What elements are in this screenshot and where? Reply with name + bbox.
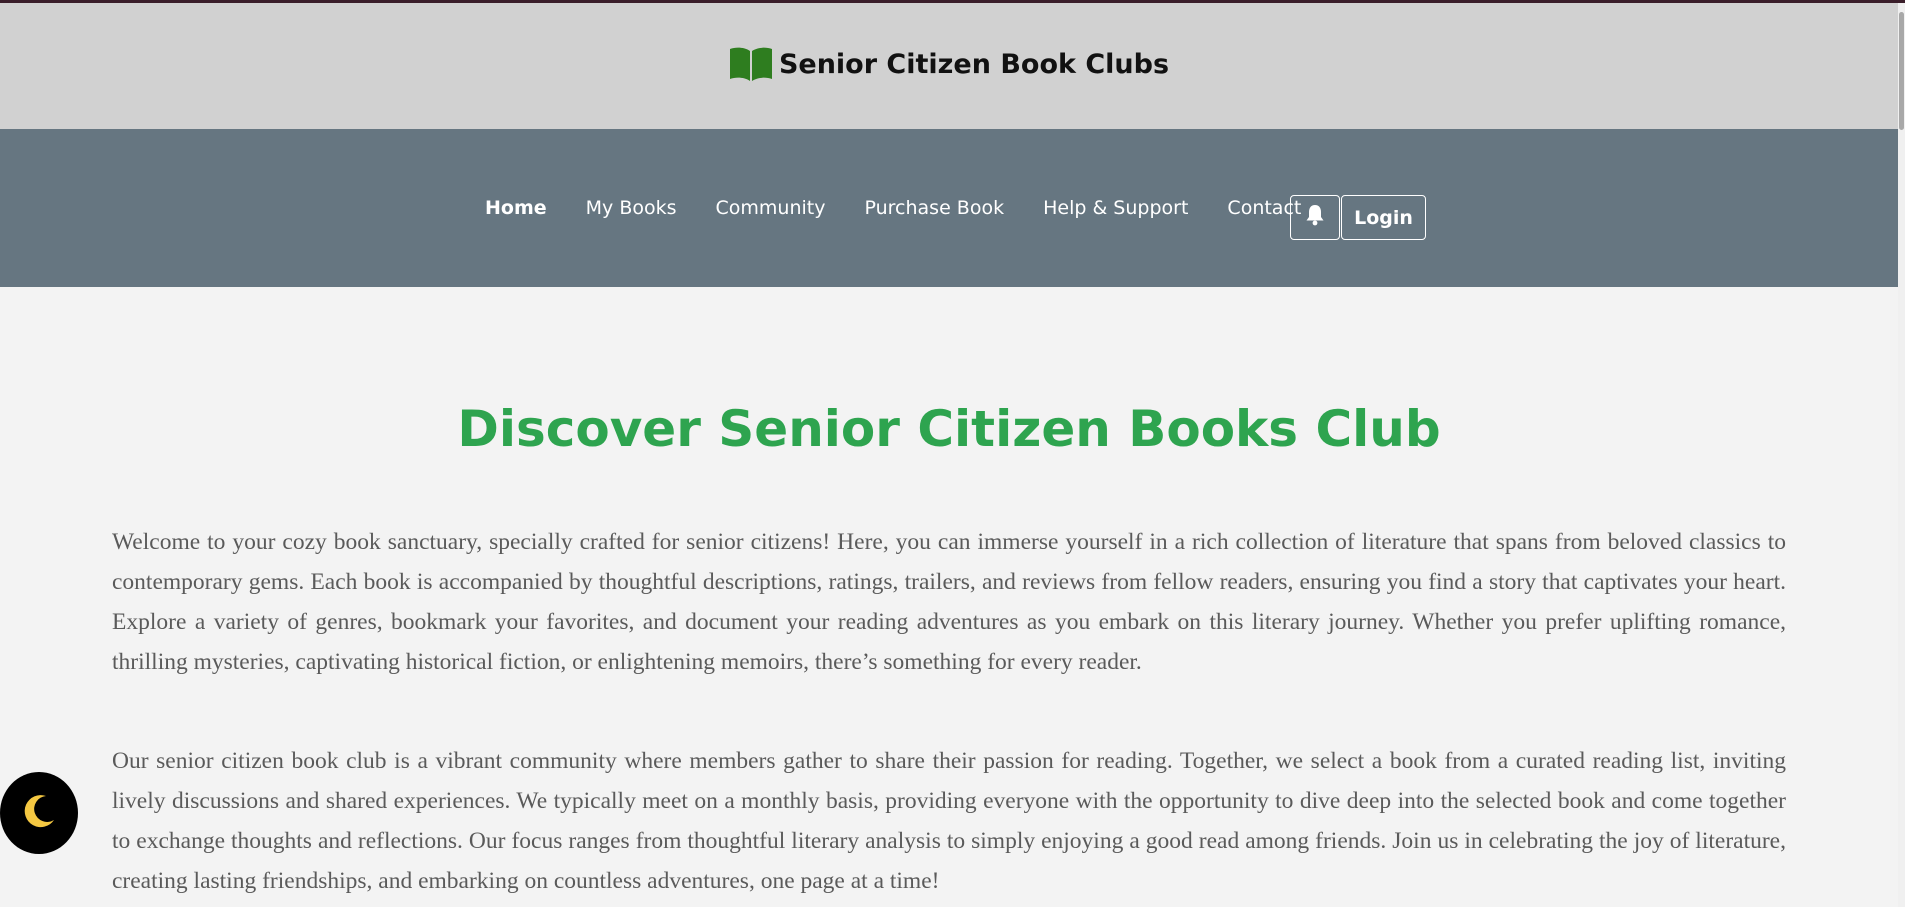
login-button[interactable]: Login	[1341, 195, 1426, 240]
nav-purchase-book[interactable]: Purchase Book	[864, 197, 1004, 219]
scrollbar-thumb[interactable]	[1899, 12, 1904, 130]
nav-actions: Login	[1290, 195, 1426, 240]
site-title: Senior Citizen Book Clubs	[778, 48, 1170, 80]
club-description-paragraph: Our senior citizen book club is a vibran…	[112, 748, 1786, 894]
page-scrollbar[interactable]	[1898, 3, 1905, 907]
nav-community[interactable]: Community	[716, 197, 826, 219]
brand-logo[interactable]: Senior Citizen Book Clubs	[729, 46, 1169, 82]
brand-header: Senior Citizen Book Clubs	[0, 3, 1898, 129]
dark-mode-toggle[interactable]	[0, 772, 78, 854]
nav-my-books[interactable]: My Books	[586, 197, 677, 219]
bell-icon	[1305, 204, 1325, 231]
page-title: Discover Senior Citizen Books Club	[457, 400, 1441, 458]
nav-home[interactable]: Home	[485, 197, 547, 219]
notifications-button[interactable]	[1290, 195, 1340, 240]
main-nav: Home My Books Community Purchase Book He…	[485, 197, 1329, 219]
open-book-icon	[729, 46, 773, 82]
crescent-moon-icon	[20, 792, 58, 835]
nav-help-support[interactable]: Help & Support	[1043, 197, 1188, 219]
intro-paragraph: Welcome to your cozy book sanctuary, spe…	[112, 529, 1786, 675]
